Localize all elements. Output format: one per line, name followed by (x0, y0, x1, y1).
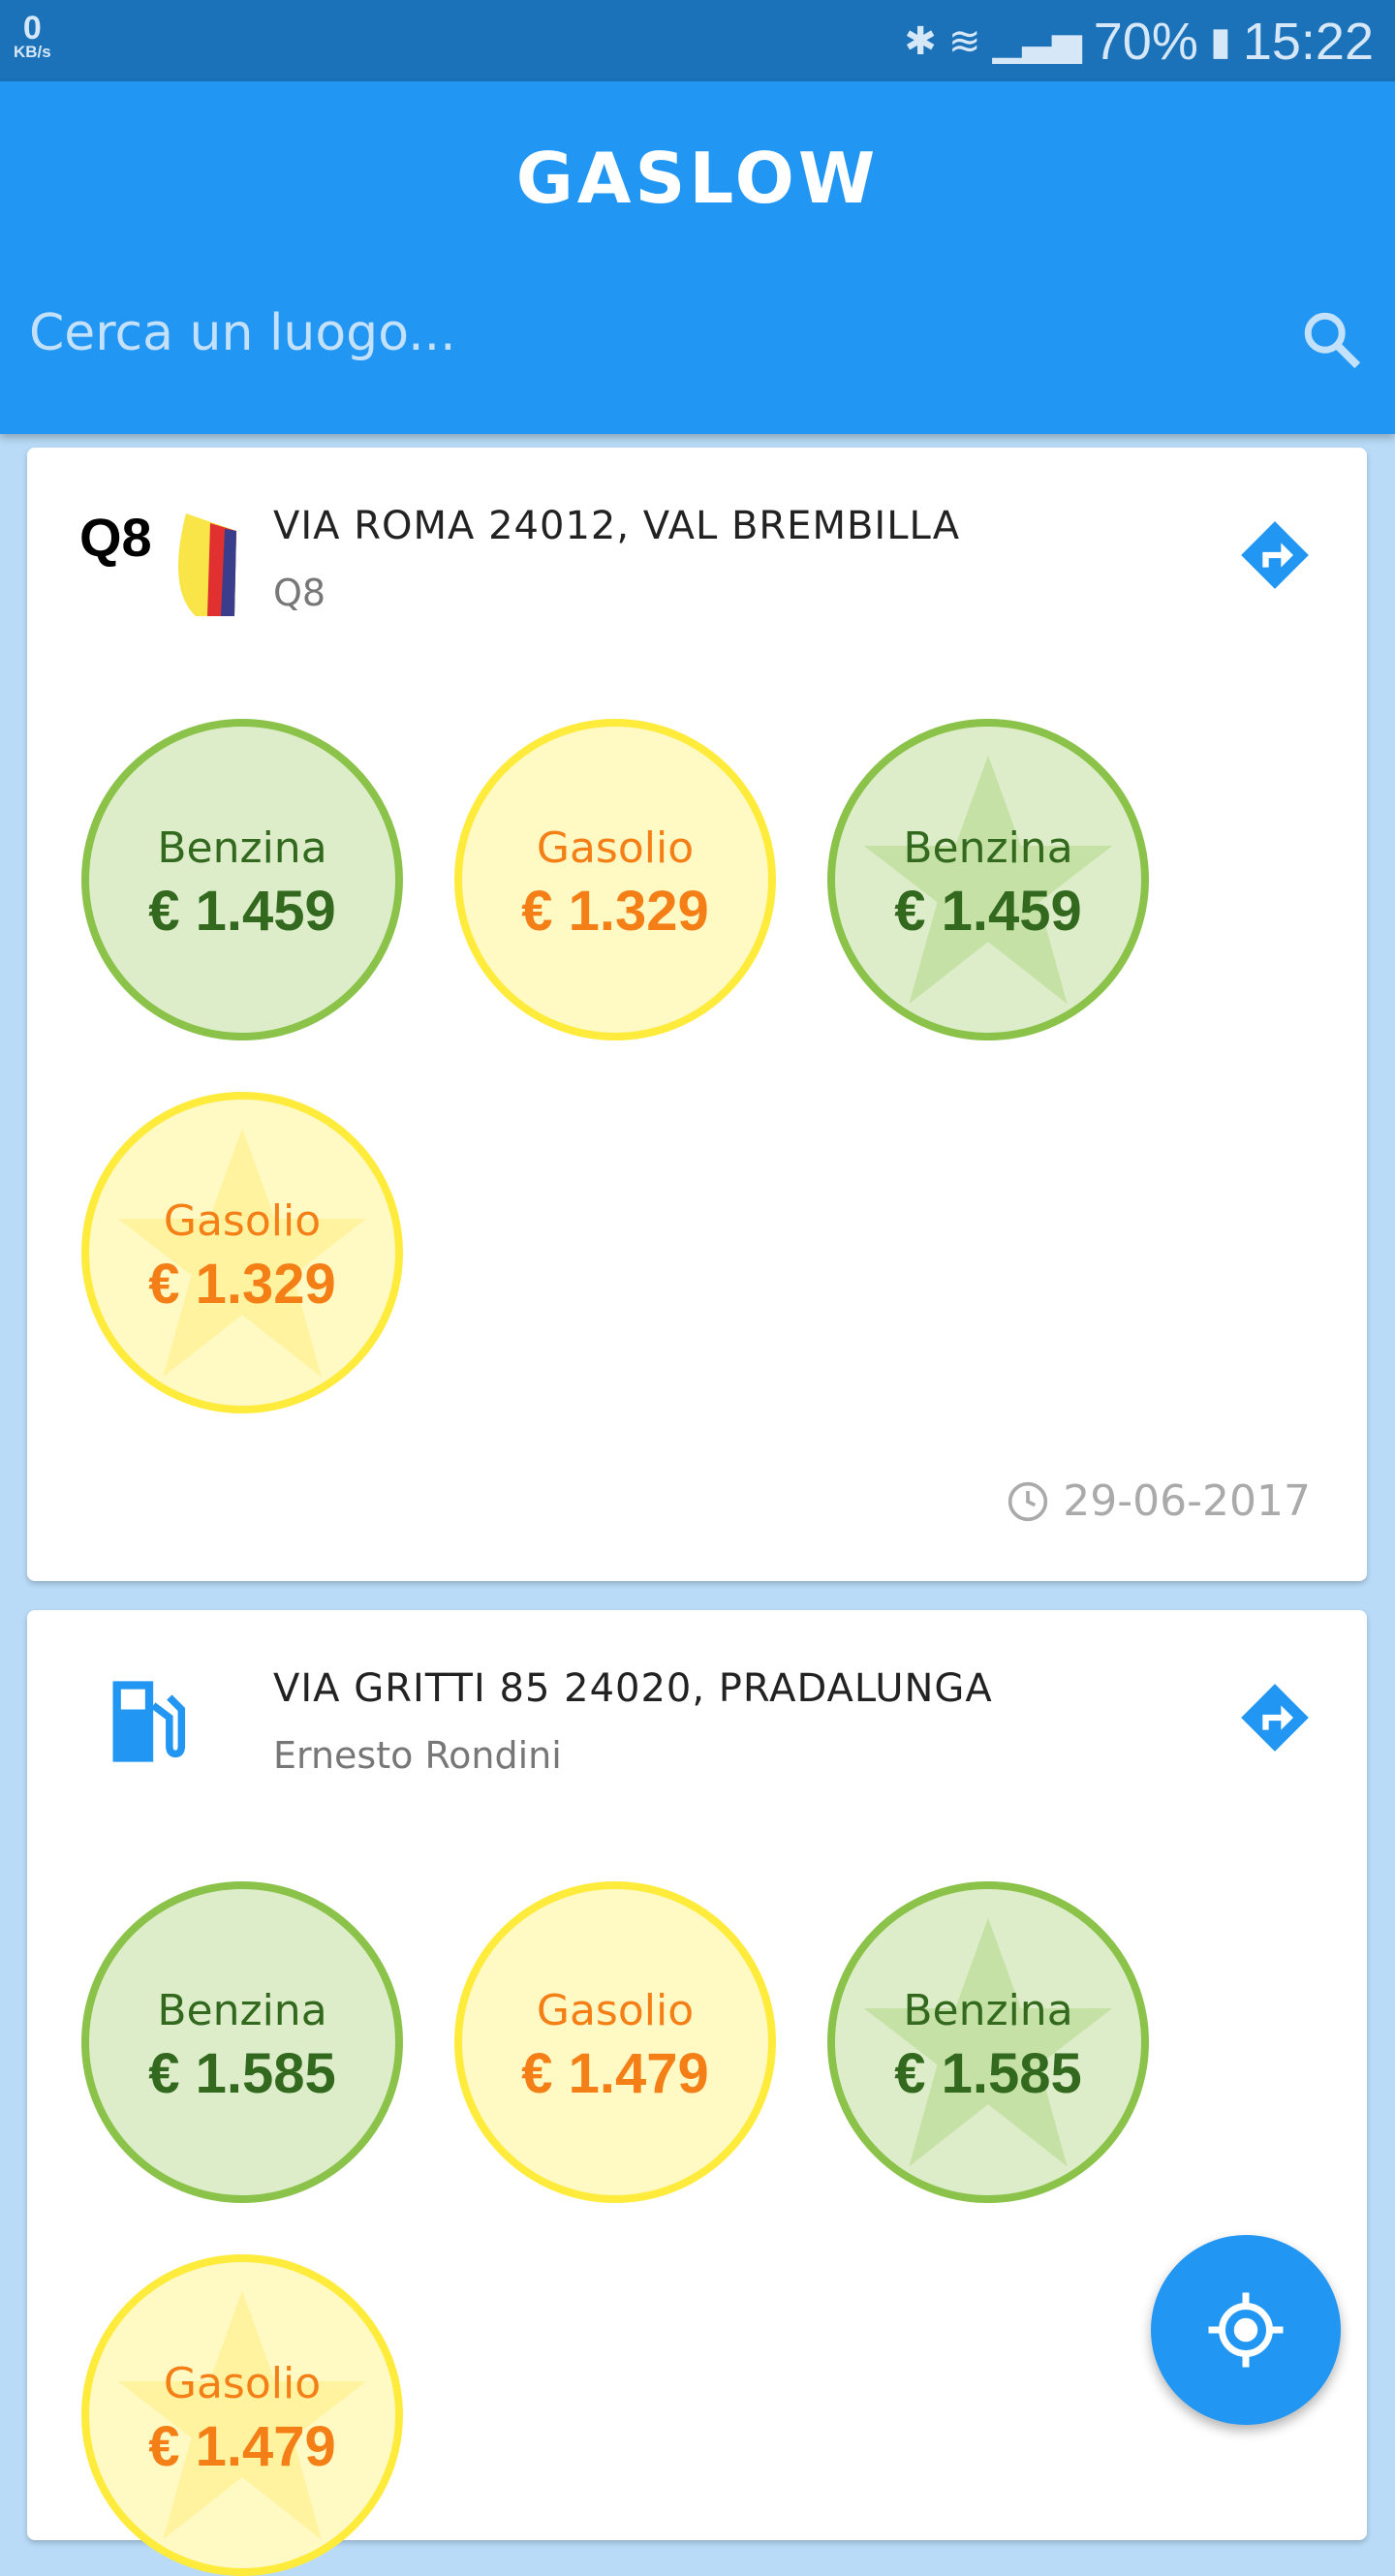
battery-charging-icon: ▮ (1209, 20, 1231, 63)
search-input[interactable]: Cerca un luogo... (29, 304, 456, 362)
fuel-price: € 1.329 (148, 1253, 336, 1316)
clock-icon (1008, 1481, 1048, 1521)
price-badge[interactable]: Gasolio € 1.479 (454, 1881, 776, 2203)
station-card[interactable]: VIA GRITTI 85 24020, PRADALUNGA Ernesto … (27, 1610, 1367, 2576)
station-brand: Q8 (273, 572, 326, 614)
my-location-button[interactable] (1151, 2235, 1341, 2425)
battery-level: 70% (1093, 13, 1198, 71)
fuel-type: Benzina (903, 823, 1073, 873)
fuel-type: Gasolio (536, 1986, 695, 2035)
clock: 15:22 (1242, 13, 1374, 71)
price-badge[interactable]: Gasolio € 1.479 (81, 2254, 403, 2576)
q8-logo: Q8 (79, 506, 254, 622)
price-badge[interactable]: Benzina € 1.459 (81, 719, 403, 1040)
gps-target-icon (1208, 2292, 1284, 2368)
app-logo: GASLOW (515, 138, 880, 219)
fuel-price: € 1.329 (521, 880, 709, 943)
price-badge[interactable]: Benzina € 1.585 (81, 1881, 403, 2203)
status-bar: 0 KB/s ✱ ≋ ▁▃▅ 70% ▮ 15:22 (0, 0, 1395, 81)
fuel-type: Benzina (903, 1986, 1073, 2035)
station-card[interactable]: Q8 VIA ROMA 24012, VAL BREMBILLA Q8 Benz… (27, 448, 1367, 1581)
fuel-pump-icon (112, 1681, 186, 1762)
fuel-type: Benzina (157, 1986, 327, 2035)
fuel-price: € 1.479 (521, 2042, 709, 2105)
fuel-type: Gasolio (163, 1196, 322, 1246)
fuel-price: € 1.585 (148, 2042, 336, 2105)
price-badge[interactable]: Benzina € 1.585 (827, 1881, 1149, 2203)
station-address: VIA ROMA 24012, VAL BREMBILLA (273, 504, 961, 548)
fuel-price: € 1.459 (148, 880, 336, 943)
signal-icon: ▁▃▅ (992, 20, 1082, 63)
wifi-icon: ≋ (947, 20, 981, 63)
fuel-type: Gasolio (536, 823, 695, 873)
fuel-price: € 1.479 (148, 2415, 336, 2478)
station-brand: Ernesto Rondini (273, 1734, 562, 1777)
speed-unit: KB/s (14, 43, 51, 61)
app-bar: GASLOW Cerca un luogo... (0, 81, 1395, 434)
speed-value: 0 (22, 10, 42, 47)
directions-icon[interactable] (1238, 1681, 1312, 1754)
update-date: 29-06-2017 (1007, 1476, 1311, 1526)
date-text: 29-06-2017 (1063, 1476, 1311, 1526)
price-badge[interactable]: Gasolio € 1.329 (454, 719, 776, 1040)
bluetooth-icon: ✱ (904, 20, 937, 63)
directions-icon[interactable] (1238, 518, 1312, 592)
station-address: VIA GRITTI 85 24020, PRADALUNGA (273, 1666, 993, 1711)
price-badge[interactable]: Gasolio € 1.329 (81, 1092, 403, 1413)
search-icon[interactable] (1298, 306, 1366, 374)
fuel-type: Benzina (157, 823, 327, 873)
price-badge[interactable]: Benzina € 1.459 (827, 719, 1149, 1040)
fuel-price: € 1.585 (894, 2042, 1082, 2105)
network-speed: 0 KB/s (14, 10, 51, 62)
fuel-type: Gasolio (163, 2359, 322, 2408)
fuel-price: € 1.459 (894, 880, 1082, 943)
